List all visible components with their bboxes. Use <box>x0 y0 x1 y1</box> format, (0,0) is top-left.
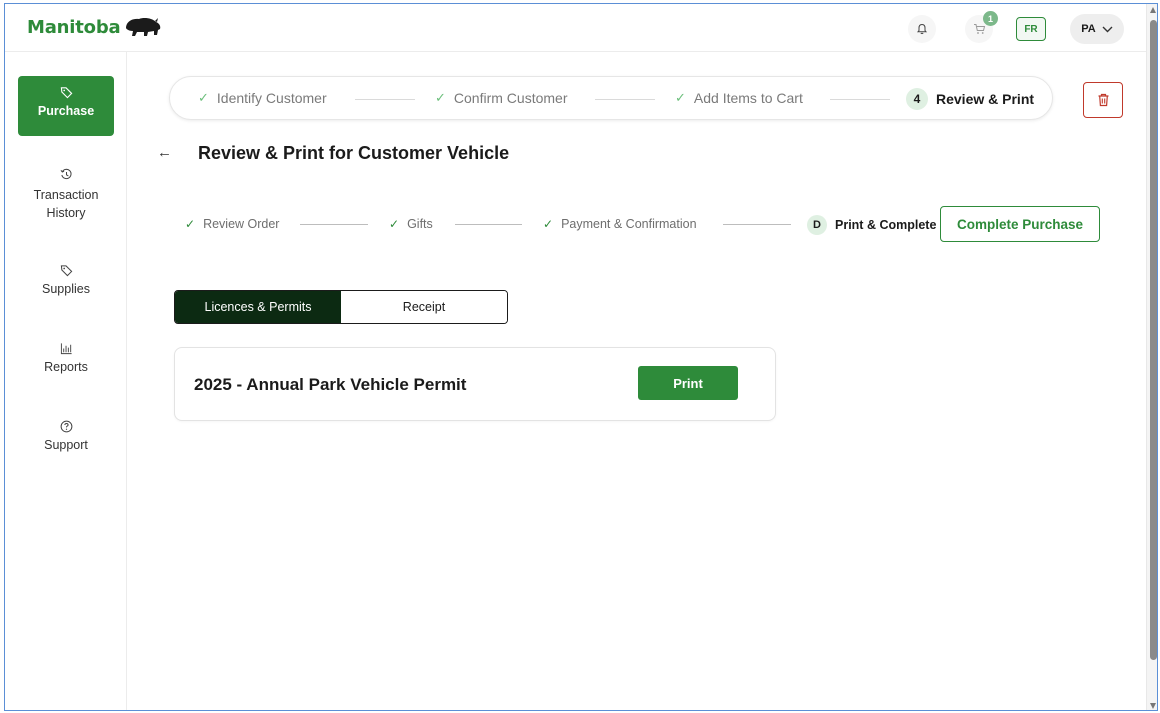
substep-label: Gifts <box>407 217 433 231</box>
check-icon: ✓ <box>198 90 209 105</box>
sidebar-item-label: Support <box>44 438 88 452</box>
cart-count-badge: 1 <box>983 11 998 26</box>
substep-label: Review Order <box>203 217 280 231</box>
user-menu-button[interactable]: PA <box>1070 14 1124 44</box>
check-icon: ✓ <box>389 217 400 231</box>
step-connector <box>595 99 655 100</box>
print-button[interactable]: Print <box>638 366 738 400</box>
substep-connector <box>723 224 791 225</box>
cart-icon <box>973 24 985 34</box>
scroll-down-arrow-icon[interactable] <box>1150 703 1156 709</box>
complete-purchase-button[interactable]: Complete Purchase <box>940 206 1100 242</box>
vertical-scrollbar[interactable] <box>1146 4 1157 710</box>
step-label: Confirm Customer <box>453 90 568 106</box>
chevron-down-icon <box>1102 26 1113 32</box>
tag-icon <box>60 265 72 277</box>
step-identify-customer[interactable]: ✓ Identify Customer <box>198 90 327 106</box>
step-confirm-customer[interactable]: ✓ Confirm Customer <box>435 90 568 106</box>
substep-payment-confirmation[interactable]: ✓ Payment & Confirmation <box>543 217 697 231</box>
manitoba-logo[interactable]: Manitoba <box>27 16 162 38</box>
permit-title: 2025 - Annual Park Vehicle Permit <box>194 375 467 394</box>
document-type-toggle: Licences & Permits Receipt <box>174 290 508 324</box>
step-label: Add Items to Cart <box>693 90 803 106</box>
sidebar-item-purchase[interactable]: Purchase <box>18 76 114 136</box>
sidebar-item-transaction-history[interactable]: Transaction History <box>18 160 114 222</box>
substep-letter: D <box>807 215 827 235</box>
step-add-items-to-cart[interactable]: ✓ Add Items to Cart <box>675 90 803 106</box>
tag-icon <box>60 87 72 99</box>
step-label: Review & Print <box>936 91 1035 107</box>
substep-label: Print & Complete <box>835 218 937 232</box>
sidebar: Purchase Transaction History Supplies Re… <box>5 52 127 710</box>
check-icon: ✓ <box>675 90 686 105</box>
tab-licences-permits[interactable]: Licences & Permits <box>175 291 341 323</box>
substep-connector <box>300 224 368 225</box>
check-icon: ✓ <box>435 90 446 105</box>
user-initials: PA <box>1081 23 1096 35</box>
cart-button[interactable]: 1 <box>965 11 998 43</box>
step-number: 4 <box>906 88 928 110</box>
substep-label: Payment & Confirmation <box>561 217 697 231</box>
top-bar: Manitoba 1 FR PA <box>5 4 1146 52</box>
step-connector <box>355 99 415 100</box>
sidebar-item-label: Transaction History <box>33 188 99 220</box>
scroll-up-arrow-icon[interactable] <box>1150 7 1156 13</box>
substep-review-order[interactable]: ✓ Review Order <box>185 217 279 231</box>
language-toggle-button[interactable]: FR <box>1016 17 1046 41</box>
history-icon <box>60 168 72 180</box>
bison-icon <box>126 18 161 36</box>
step-label: Identify Customer <box>216 90 327 106</box>
sidebar-item-reports[interactable]: Reports <box>18 334 114 374</box>
app-window: Manitoba 1 FR PA Purchase Transaction Hi… <box>4 3 1158 711</box>
purchase-stepper: ✓ Identify Customer ✓ Confirm Customer ✓… <box>169 76 1053 120</box>
sidebar-item-supplies[interactable]: Supplies <box>18 256 114 296</box>
delete-cart-button[interactable] <box>1083 82 1123 118</box>
sidebar-item-support[interactable]: Support <box>18 412 114 452</box>
step-connector <box>830 99 890 100</box>
help-icon <box>60 420 72 433</box>
bell-icon <box>916 23 928 35</box>
permit-card: 2025 - Annual Park Vehicle Permit Print <box>174 347 776 421</box>
tab-receipt[interactable]: Receipt <box>341 291 507 323</box>
back-arrow-icon[interactable]: ← <box>157 144 172 161</box>
check-icon: ✓ <box>543 217 554 231</box>
scroll-thumb[interactable] <box>1150 20 1157 660</box>
sidebar-item-label: Supplies <box>42 282 90 296</box>
substep-print-complete[interactable]: D Print & Complete <box>807 215 936 235</box>
step-review-print[interactable]: 4 Review & Print <box>906 88 1034 110</box>
bar-chart-icon <box>60 343 72 355</box>
sidebar-item-label: Reports <box>44 360 88 374</box>
notifications-button[interactable] <box>908 15 936 43</box>
substep-gifts[interactable]: ✓ Gifts <box>389 217 433 231</box>
trash-icon <box>1098 93 1108 107</box>
page-title: Review & Print for Customer Vehicle <box>198 143 510 163</box>
brand-name: Manitoba <box>27 16 121 38</box>
sidebar-item-label: Purchase <box>37 104 95 118</box>
substep-connector <box>455 224 522 225</box>
check-icon: ✓ <box>185 217 196 231</box>
